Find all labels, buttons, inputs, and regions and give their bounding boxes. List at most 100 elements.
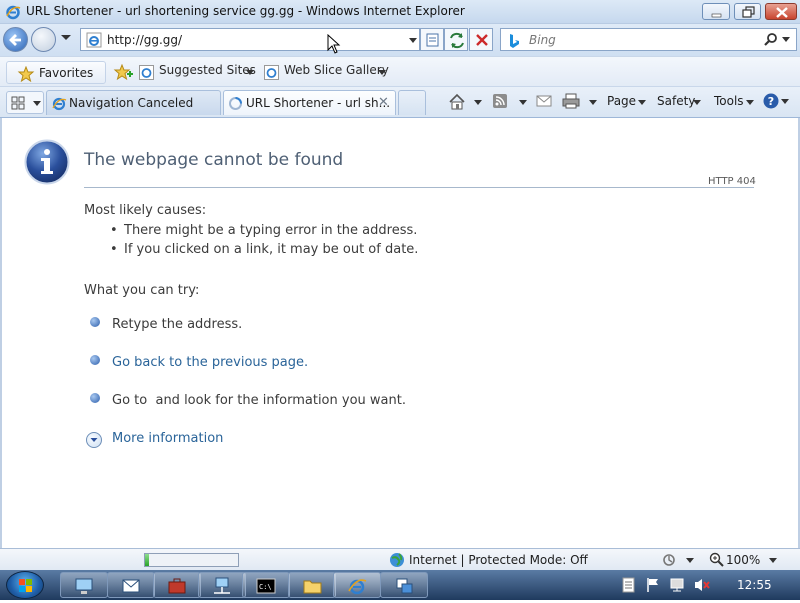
tab-label: Navigation Canceled [69,96,194,110]
svg-text:?: ? [768,95,774,108]
mouse-cursor-icon [327,34,341,54]
search-input[interactable]: Bing [529,33,556,47]
start-button[interactable] [6,571,44,599]
stop-button[interactable] [469,28,493,51]
zoom-icon[interactable] [709,552,724,567]
add-to-favorites-icon[interactable] [113,64,133,81]
chevron-down-icon[interactable] [378,70,386,75]
chevron-down-icon[interactable] [746,100,754,105]
taskbar-app-button[interactable]: C:\ [242,572,290,598]
expand-chevron-icon[interactable] [86,432,102,448]
forward-button[interactable] [31,27,56,52]
help-icon[interactable]: ? [763,92,789,110]
search-box[interactable]: Bing [500,28,797,51]
chevron-down-icon[interactable] [589,100,597,105]
taskbar-app-button[interactable] [198,572,246,598]
retype-address-text: Retype the address. [112,317,243,332]
computer-icon [75,578,93,594]
toolbox-icon [168,578,186,594]
tray-document-icon[interactable] [622,577,636,593]
action-center-flag-icon[interactable] [646,577,660,593]
print-icon[interactable] [562,93,580,109]
navigation-bar: http://gg.gg/ Bing [0,24,800,56]
window-title: URL Shortener - url shortening service g… [26,4,465,18]
cause-text: If you clicked on a link, it may be out … [124,242,419,257]
chevron-down-icon[interactable] [519,100,527,105]
taskbar-app-button[interactable] [107,572,155,598]
causes-heading: Most likely causes: [84,203,207,218]
cause-item: There might be a typing error in the add… [110,223,417,238]
taskbar-app-button[interactable] [380,572,428,598]
suggested-sites-link[interactable]: Suggested Sites [159,63,256,77]
address-dropdown-icon[interactable] [408,37,418,45]
refresh-button[interactable] [444,28,468,51]
taskbar: C:\ 12:55 [0,570,800,600]
new-tab-button[interactable] [398,90,426,115]
command-prompt-icon: C:\ [256,578,276,594]
app-icon [396,578,413,594]
chevron-down-icon[interactable] [693,100,701,105]
more-information-link[interactable]: More information [112,431,223,446]
ie-page-icon [86,32,102,48]
taskbar-clock[interactable]: 12:55 [737,578,772,592]
search-icon[interactable] [763,32,793,48]
tools-menu[interactable]: Tools [714,94,744,108]
info-icon [24,139,70,185]
chevron-down-icon[interactable] [474,100,482,105]
back-button[interactable] [3,27,28,52]
mail-icon [122,579,140,593]
favorites-star-icon [17,66,35,82]
taskbar-app-button[interactable] [288,572,336,598]
taskbar-ie-button[interactable] [333,572,381,598]
bullet-icon [90,393,100,403]
quick-tabs-icon [11,96,41,110]
taskbar-app-button[interactable] [60,572,108,598]
tab-bar: Navigation Canceled URL Shortener - url … [0,87,800,118]
safety-menu[interactable]: Safety [657,94,695,108]
loading-spinner-icon [229,97,242,110]
quick-tabs-button[interactable] [6,91,44,114]
cause-item: If you clicked on a link, it may be out … [110,242,418,257]
suggested-sites-icon [139,65,154,80]
protected-mode-icon[interactable] [661,553,677,567]
tab-navigation-canceled[interactable]: Navigation Canceled [46,90,221,115]
page-menu[interactable]: Page [607,94,636,108]
cause-text: There might be a typing error in the add… [124,223,418,238]
favorites-button[interactable]: Favorites [6,61,106,84]
address-input[interactable]: http://gg.gg/ [107,33,182,47]
progress-bar [144,553,239,567]
http-status-code: HTTP 404 [708,176,756,187]
chevron-down-icon[interactable] [769,558,777,563]
go-back-link[interactable]: Go back to the previous page. [112,355,308,370]
read-mail-icon[interactable] [536,94,552,108]
compatibility-icon [426,33,439,47]
minimize-button[interactable] [702,3,730,20]
internet-zone-icon [390,553,404,567]
chevron-down-icon[interactable] [686,558,694,563]
network-icon [214,577,230,594]
minimize-icon [711,13,722,18]
volume-muted-icon[interactable] [693,577,711,593]
close-tab-icon[interactable]: ✕ [378,95,389,110]
web-slice-gallery-link[interactable]: Web Slice Gallery [284,63,389,77]
page-content: The webpage cannot be found HTTP 404 Mos… [0,118,800,548]
chevron-down-icon[interactable] [638,100,646,105]
tab-label: URL Shortener - url sh... [246,96,391,110]
zoom-level[interactable]: 100% [726,553,760,567]
close-window-button[interactable] [765,3,797,20]
maximize-button[interactable] [734,3,761,20]
address-bar[interactable]: http://gg.gg/ [80,28,420,51]
folder-icon [303,580,322,594]
compatibility-view-button[interactable] [420,28,444,51]
status-bar: Internet | Protected Mode: Off 100% [0,548,800,570]
ie-tab-icon [52,97,67,111]
feeds-icon[interactable] [492,93,508,109]
taskbar-app-button[interactable] [153,572,201,598]
stop-icon [476,34,488,46]
history-dropdown-icon[interactable] [60,33,72,43]
chevron-down-icon[interactable] [246,70,254,75]
home-icon[interactable] [448,93,466,111]
security-zone-text: Internet | Protected Mode: Off [409,553,588,567]
network-tray-icon[interactable] [669,577,685,593]
tab-url-shortener[interactable]: URL Shortener - url sh... ✕ [223,90,396,115]
